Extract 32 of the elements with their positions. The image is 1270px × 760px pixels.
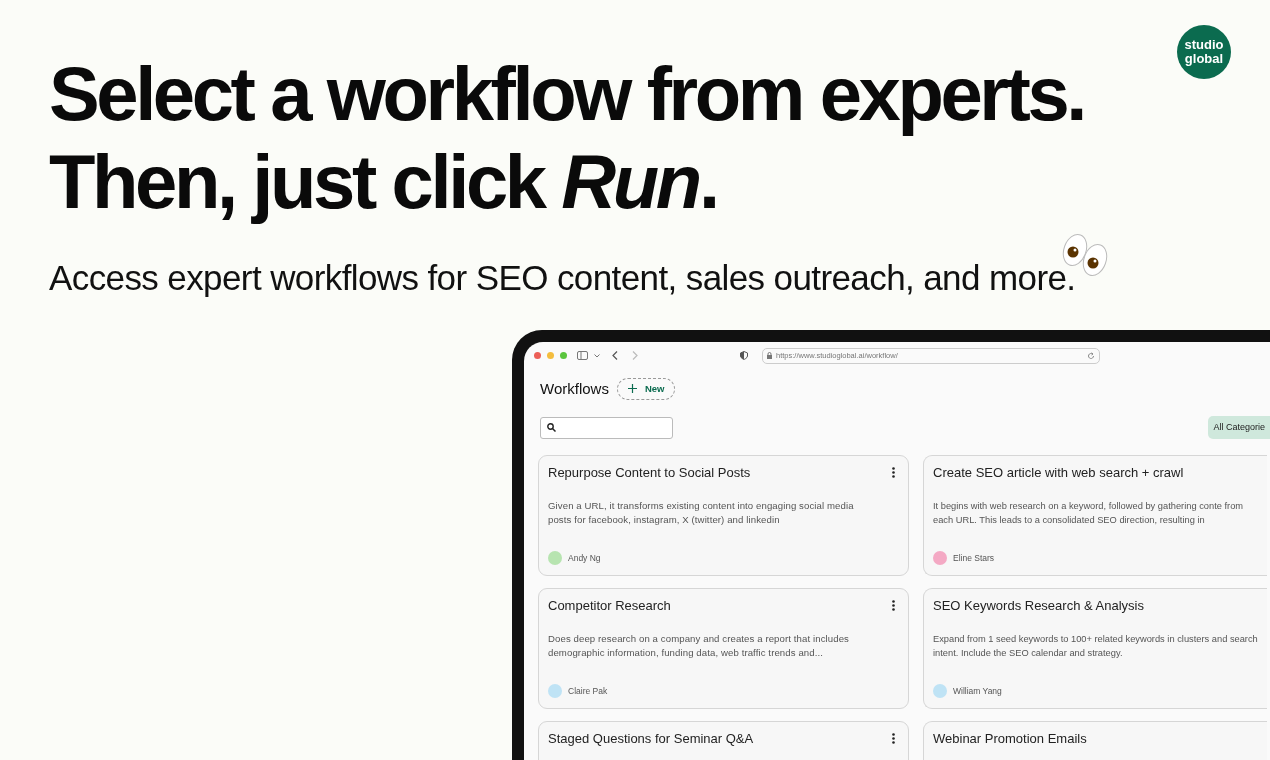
lock-icon bbox=[767, 352, 772, 359]
sidebar-icon[interactable] bbox=[577, 351, 588, 360]
card-title: SEO Keywords Research & Analysis bbox=[933, 597, 1144, 616]
author-name: William Yang bbox=[953, 684, 1002, 698]
author-name: Claire Pak bbox=[568, 684, 608, 698]
category-filter[interactable]: All Categorie bbox=[1208, 415, 1270, 440]
author-name: Eline Stars bbox=[953, 551, 995, 565]
shield-icon bbox=[740, 351, 748, 360]
card-title: Create SEO article with web search + crawl bbox=[933, 464, 1184, 483]
more-options-icon[interactable] bbox=[892, 467, 895, 479]
logo-badge: studio global bbox=[1177, 25, 1231, 79]
reload-icon[interactable] bbox=[1087, 351, 1095, 360]
card-description: Expand from 1 seed keywords to 100+ related keywords in clusters and search intent. Include the SEO calendar and strategy. bbox=[933, 632, 1258, 660]
page-title: Workflows bbox=[540, 379, 609, 398]
card-description: Does deep research on a company and creates a report that includes demographic information, funding data, web traffic trends and... bbox=[548, 631, 850, 660]
plus-icon bbox=[627, 384, 637, 394]
card-title: Staged Questions for Seminar Q&A bbox=[548, 730, 754, 749]
search-icon bbox=[547, 423, 556, 432]
headline: Then, just click Run. bbox=[49, 138, 717, 226]
more-options-icon[interactable] bbox=[892, 733, 895, 745]
chevron-down-icon[interactable] bbox=[594, 353, 600, 358]
author-name: Andy Ng bbox=[568, 551, 601, 565]
back-icon[interactable] bbox=[612, 351, 618, 360]
more-options-icon[interactable] bbox=[892, 600, 895, 612]
card-title: Repurpose Content to Social Posts bbox=[548, 464, 751, 483]
card-description: It begins with web research on a keyword, followed by gathering conte from each URL. This leads to a consolidated SEO direction, resulting in bbox=[933, 499, 1245, 527]
headline: Select a workflow from experts. bbox=[49, 50, 1084, 138]
card-description: Given a URL, it transforms existing content into engaging social media posts for facebook, instagram, X (twitter) and linkedin bbox=[548, 498, 855, 527]
search-field[interactable] bbox=[540, 416, 673, 439]
card-title: Webinar Promotion Emails bbox=[933, 730, 1087, 749]
card-title: Competitor Research bbox=[548, 597, 671, 616]
subtitle: Access expert workflows for SEO content, sales outreach, and more. bbox=[49, 257, 1076, 299]
